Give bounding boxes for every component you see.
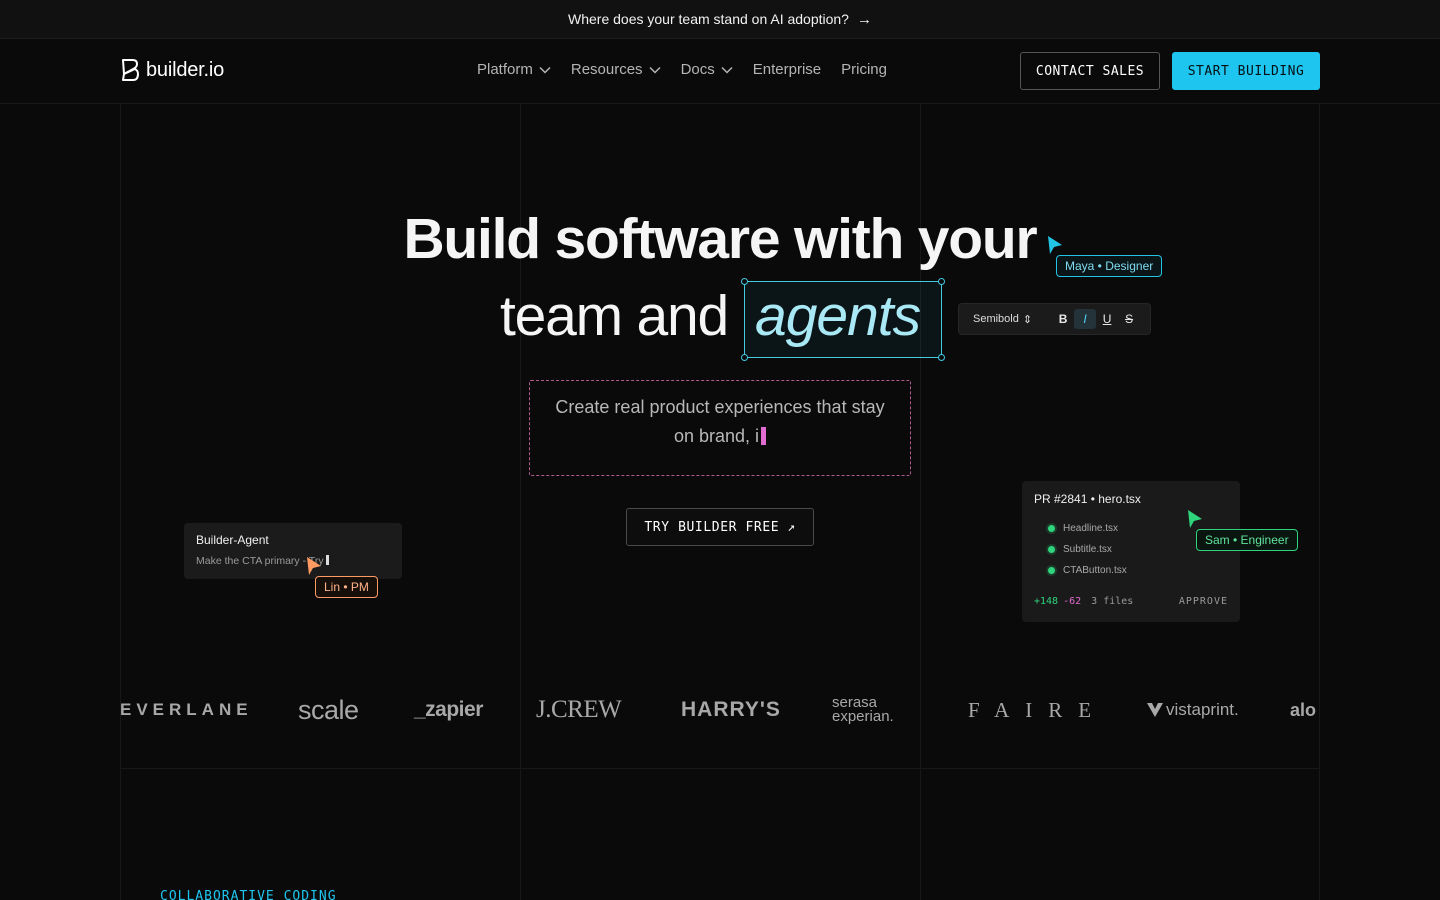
updown-icon: ⇕: [1022, 313, 1033, 326]
nav-item-enterprise[interactable]: Enterprise: [753, 61, 821, 78]
pr-file-name: Headline.tsx: [1063, 523, 1119, 534]
chevron-down-icon: [539, 66, 551, 74]
logo-jcrew: J.CREW: [536, 696, 622, 723]
announcement-bar[interactable]: Where does your team stand on AI adoptio…: [0, 0, 1440, 39]
chevron-down-icon: [721, 66, 733, 74]
logo-harrys: HARRY'S: [681, 698, 781, 721]
pr-file-item: Headline.tsx: [1048, 523, 1118, 534]
text-caret: [761, 427, 767, 445]
status-dot: [1048, 546, 1055, 553]
nav-label: Platform: [477, 61, 533, 78]
pr-file-count: 3 files: [1091, 596, 1134, 607]
nav-item-resources[interactable]: Resources: [571, 61, 661, 78]
nav-item-pricing[interactable]: Pricing: [841, 61, 887, 78]
subtitle-line1: Create real product experiences that sta…: [555, 397, 885, 417]
pr-file-name: Subtitle.tsx: [1063, 544, 1112, 555]
contact-sales-button[interactable]: CONTACT SALES: [1020, 52, 1160, 90]
status-dot: [1048, 525, 1055, 532]
logo-serasa-bottom: experian.: [832, 708, 894, 725]
page: Where does your team stand on AI adoptio…: [0, 0, 1440, 900]
underline-button[interactable]: U: [1096, 309, 1118, 329]
logo-serasa-experian: serasa experian.: [832, 680, 894, 740]
logo-scale: scale: [298, 694, 359, 725]
resize-handle[interactable]: [938, 278, 945, 285]
cursor-icon: [307, 557, 321, 575]
customer-logos: EVERLANE scale _zapier J.CREW HARRY'S se…: [120, 680, 1320, 740]
nav-label: Resources: [570, 61, 643, 78]
pr-footer: +148 -62 3 files APPROVE: [1034, 596, 1228, 607]
cursor-icon: [1048, 236, 1062, 254]
start-building-button[interactable]: START BUILDING: [1172, 52, 1320, 90]
nav-label: Enterprise: [752, 61, 822, 78]
approve-button[interactable]: APPROVE: [1179, 596, 1228, 607]
logo-zapier: _zapier: [414, 698, 483, 721]
pr-file-item: Subtitle.tsx: [1048, 544, 1112, 555]
pr-file-item: CTAButton.tsx: [1048, 565, 1127, 576]
builder-logo-icon: [122, 59, 139, 81]
button-label: TRY BUILDER FREE: [644, 519, 780, 535]
main-nav: Platform Resources Docs Enterprise Prici…: [477, 61, 887, 78]
hero-subtitle: Create real product experiences that sta…: [540, 393, 900, 451]
resize-handle[interactable]: [938, 354, 945, 361]
resize-handle[interactable]: [741, 354, 748, 361]
bold-button[interactable]: B: [1052, 309, 1074, 329]
nav-label: Docs: [680, 61, 715, 78]
logo-text: builder.io: [146, 58, 225, 81]
logo[interactable]: builder.io: [120, 58, 224, 82]
subtitle-line2: on brand, i: [673, 426, 760, 446]
pull-request-card[interactable]: PR #2841 • hero.tsx Headline.tsx Subtitl…: [1022, 481, 1240, 622]
font-weight-select[interactable]: Semibold ⇕: [973, 313, 1032, 326]
nav-item-platform[interactable]: Platform: [477, 61, 551, 78]
pr-title: PR #2841 • hero.tsx: [1034, 492, 1141, 506]
pr-deletions: -62: [1063, 596, 1082, 607]
agent-card-title: Builder-Agent: [196, 533, 269, 547]
pr-file-name: CTAButton.tsx: [1063, 565, 1127, 576]
logo-vistaprint: vistaprint.: [1146, 680, 1239, 740]
collaborator-tag-lin: Lin • PM: [315, 576, 378, 598]
font-weight-label: Semibold: [973, 313, 1019, 325]
builder-agent-card[interactable]: Builder-Agent Make the CTA primary - Try: [184, 523, 402, 579]
italic-button[interactable]: I: [1074, 309, 1097, 329]
chevron-down-icon: [649, 66, 661, 74]
format-toolbar: Semibold ⇕ B I U S: [958, 303, 1151, 335]
try-builder-free-button[interactable]: TRY BUILDER FREE ↗: [626, 508, 814, 546]
text-caret: [325, 555, 329, 565]
arrow-up-right-icon: ↗: [787, 519, 796, 535]
resize-handle[interactable]: [741, 278, 748, 285]
nav-item-docs[interactable]: Docs: [681, 61, 733, 78]
grid-line: [120, 768, 1320, 769]
logo-everlane: EVERLANE: [120, 700, 253, 719]
collaborator-tag-sam: Sam • Engineer: [1196, 529, 1298, 551]
hero-highlight-word[interactable]: agents: [755, 283, 921, 349]
cursor-icon: [1188, 510, 1202, 528]
hero-headline-line2: team and: [500, 284, 729, 348]
arrow-right-icon: →: [856, 10, 872, 28]
collaborator-tag-maya: Maya • Designer: [1056, 255, 1163, 277]
pr-additions: +148: [1034, 596, 1059, 607]
hero-headline-line1: Build software with your: [403, 207, 1037, 271]
logo-faire: FAIRE: [968, 697, 1108, 722]
vistaprint-mark-icon: [1147, 703, 1163, 717]
logo-alo: alo: [1290, 699, 1317, 720]
strikethrough-button[interactable]: S: [1118, 309, 1140, 329]
nav-label: Pricing: [841, 61, 887, 78]
status-dot: [1048, 567, 1055, 574]
section-label: COLLABORATIVE CODING: [160, 889, 337, 900]
logo-vistaprint-text: vistaprint.: [1166, 700, 1239, 719]
announcement-text[interactable]: Where does your team stand on AI adoptio…: [568, 11, 849, 27]
site-header: builder.io Platform Resources Docs Enter…: [0, 39, 1440, 104]
